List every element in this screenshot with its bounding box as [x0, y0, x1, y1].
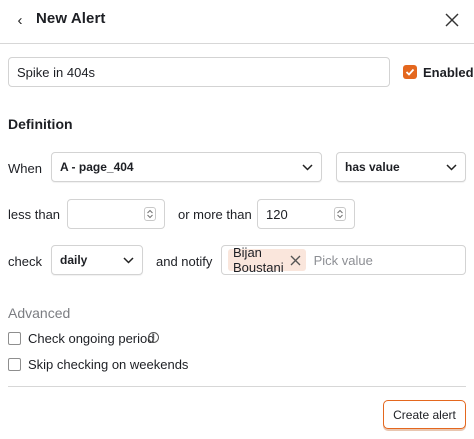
skip-weekends-label: Skip checking on weekends: [28, 357, 189, 372]
recipient-picker[interactable]: Bijan Boustani: [221, 245, 474, 275]
more-than-input[interactable]: 120: [257, 199, 355, 229]
less-than-label: less than: [8, 207, 61, 222]
condition-select[interactable]: has value: [336, 152, 466, 182]
condition-select-value: has value: [345, 160, 400, 174]
stepper-icon[interactable]: [334, 207, 346, 221]
check-ongoing-checkbox[interactable]: [8, 332, 21, 345]
definition-heading: Definition: [8, 116, 73, 132]
chevron-down-icon: [302, 163, 313, 171]
footer-divider: [8, 386, 466, 387]
more-than-value: 120: [266, 206, 288, 222]
chevron-down-icon: [446, 163, 457, 171]
frequency-select[interactable]: daily: [51, 245, 143, 275]
more-than-label: or more than: [178, 207, 252, 222]
advanced-heading: Advanced: [8, 305, 71, 321]
check-label: check: [8, 254, 42, 269]
chevron-down-icon: [123, 256, 134, 264]
enabled-label: Enabled: [423, 65, 474, 80]
when-label: When: [8, 161, 42, 176]
frequency-select-value: daily: [60, 253, 88, 267]
recipient-name: Bijan Boustani: [233, 245, 284, 275]
create-alert-button[interactable]: Create alert: [383, 400, 466, 429]
notify-label: and notify: [156, 254, 213, 269]
stepper-icon[interactable]: [144, 207, 156, 221]
dialog-title: New Alert: [36, 10, 106, 27]
metric-select-value: A - page_404: [60, 160, 134, 174]
less-than-input[interactable]: [67, 199, 165, 229]
dialog-header: ‹ New Alert: [0, 0, 474, 44]
back-chevron-icon[interactable]: ‹: [11, 11, 29, 29]
recipient-chip: Bijan Boustani: [228, 245, 306, 275]
enabled-checkbox[interactable]: [403, 65, 417, 79]
close-icon[interactable]: [441, 9, 463, 31]
pick-value-input[interactable]: [313, 252, 474, 268]
remove-recipient-icon[interactable]: [290, 255, 301, 266]
metric-select[interactable]: A - page_404: [51, 152, 322, 182]
checkmark-icon: [405, 68, 415, 76]
info-icon[interactable]: i: [148, 332, 159, 343]
skip-weekends-checkbox[interactable]: [8, 358, 21, 371]
check-ongoing-label: Check ongoing period: [28, 331, 155, 346]
alert-name-input[interactable]: [8, 57, 390, 87]
